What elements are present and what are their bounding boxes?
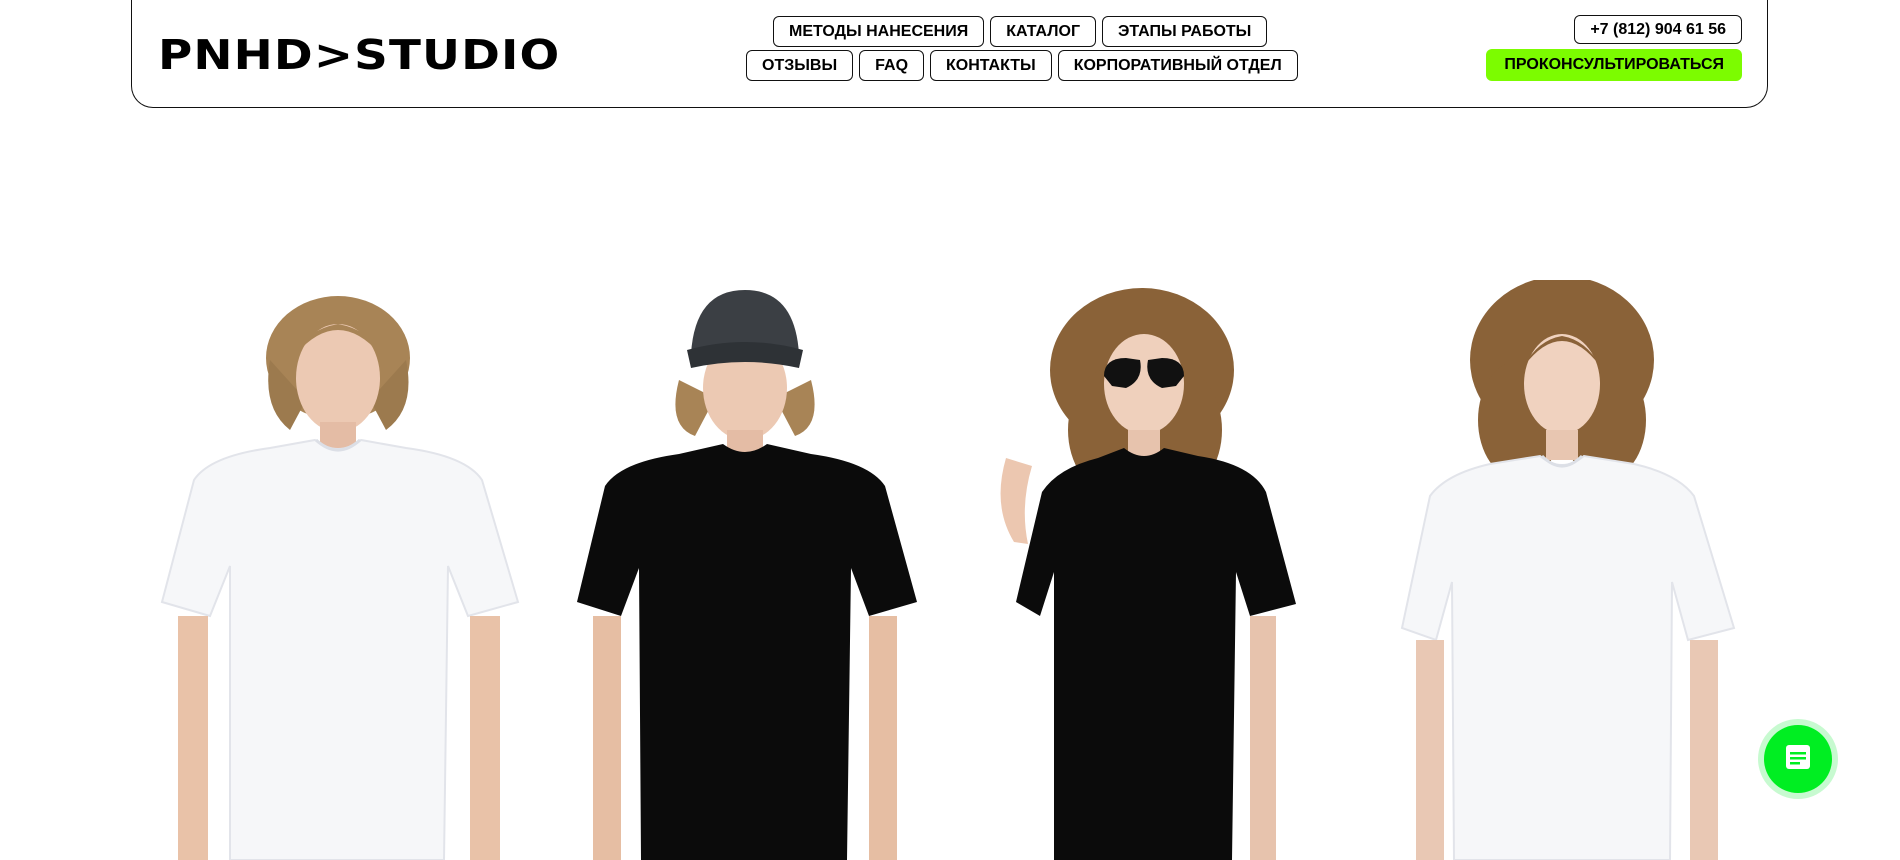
nav-reviews[interactable]: ОТЗЫВЫ [746,50,854,81]
nav-contacts[interactable]: КОНТАКТЫ [930,50,1052,81]
nav-corporate[interactable]: КОРПОРАТИВНЫЙ ОТДЕЛ [1057,50,1298,81]
logo[interactable]: PNHD>STUDIO [158,31,560,79]
nav-catalog[interactable]: КАТАЛОГ [990,16,1097,47]
model-white-tee-1 [150,280,550,860]
hero-models [0,280,1900,860]
nav-faq[interactable]: FAQ [859,50,925,81]
main-nav-row-2: ОТЗЫВЫ FAQ КОНТАКТЫ КОРПОРАТИВНЫЙ ОТДЕЛ [746,50,1298,81]
phone-button[interactable]: +7 (812) 904 61 56 [1574,15,1742,44]
model-white-tee-2 [1390,280,1790,860]
main-nav-row-1: МЕТОДЫ НАНЕСЕНИЯ КАТАЛОГ ЭТАПЫ РАБОТЫ [773,16,1268,47]
nav-methods[interactable]: МЕТОДЫ НАНЕСЕНИЯ [773,16,985,47]
nav-stages[interactable]: ЭТАПЫ РАБОТЫ [1102,16,1268,47]
page: PNHD>STUDIO МЕТОДЫ НАНЕСЕНИЯ КАТАЛОГ ЭТА… [0,0,1900,860]
model-black-tee-sunglasses [1000,280,1400,860]
chat-icon [1783,742,1813,777]
site-header: PNHD>STUDIO МЕТОДЫ НАНЕСЕНИЯ КАТАЛОГ ЭТА… [131,0,1768,108]
chat-button[interactable] [1758,719,1838,799]
model-black-tee-cap [555,280,955,860]
consult-button[interactable]: ПРОКОНСУЛЬТИРОВАТЬСЯ [1486,49,1742,81]
chat-button-core[interactable] [1764,725,1832,793]
